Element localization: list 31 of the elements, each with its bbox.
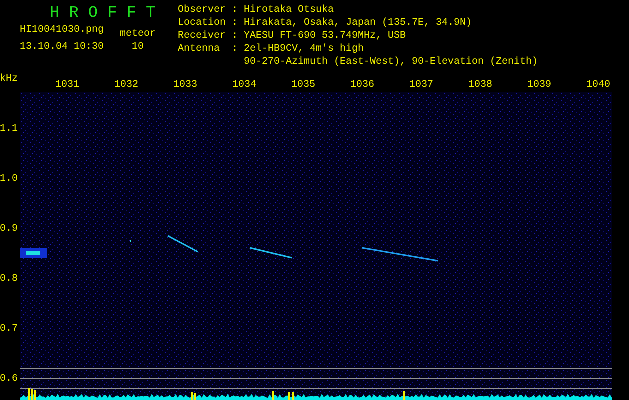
axis-label: 0.8 xyxy=(0,273,20,287)
counter-value: 10 xyxy=(132,41,144,54)
axis-label: 1.0 xyxy=(0,173,20,187)
info-value: YAESU FT-690 53.749MHz, USB xyxy=(244,30,406,43)
info-label: Receiver : xyxy=(178,30,238,43)
axis-label: 1036 xyxy=(350,79,374,92)
info-value: Hirotaka Otsuka xyxy=(244,4,334,17)
axis-label: 0.6 xyxy=(0,373,20,387)
counter-label: meteor xyxy=(120,28,156,41)
timestamp: 13.10.04 10:30 xyxy=(20,41,104,54)
axis-label: 0.9 xyxy=(0,223,20,237)
axis-label: 1033 xyxy=(173,79,198,92)
info-label: Antenna : xyxy=(178,43,238,56)
axis-label: 1034 xyxy=(232,79,256,92)
axis-label: 1032 xyxy=(114,79,138,92)
axis-label: 0.7 xyxy=(0,323,20,337)
filename: HI10041030.png xyxy=(20,24,104,37)
axis-label: 1037 xyxy=(409,79,434,92)
info-value: 2el-HB9CV, 4m's high xyxy=(244,43,364,56)
axis-label: 1040 xyxy=(586,79,610,92)
axis-label: 1.1 xyxy=(0,123,20,137)
info-value: 90-270-Azimuth (East-West), 90-Elevation (Zenith) xyxy=(244,56,538,69)
program-title: H R O F F T xyxy=(49,4,157,22)
info-label: Location : xyxy=(178,17,238,30)
axis-label: 1038 xyxy=(468,79,492,92)
axis-label: 1035 xyxy=(291,79,316,92)
axis-label: 1039 xyxy=(527,79,552,92)
axis-label: 1031 xyxy=(55,79,80,92)
axis-unit: kHz xyxy=(0,73,20,87)
info-value: Hirakata, Osaka, Japan (135.7E, 34.9N) xyxy=(244,17,472,30)
info-label: Observer : xyxy=(178,4,238,17)
